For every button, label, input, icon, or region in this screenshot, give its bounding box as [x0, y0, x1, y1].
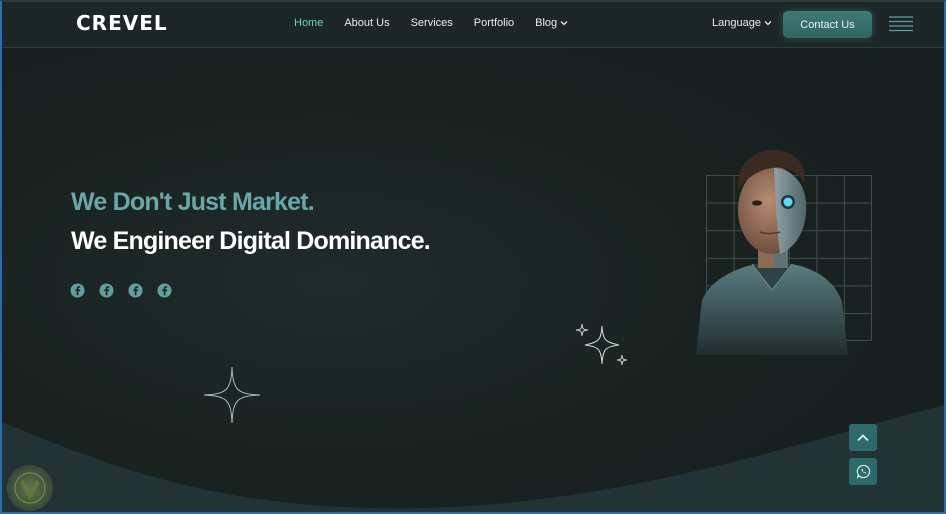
nav-portfolio[interactable]: Portfolio [474, 17, 514, 29]
social-links [70, 283, 172, 298]
facebook-icon[interactable] [157, 283, 172, 298]
nav-services-label: Services [410, 17, 453, 29]
nav-portfolio-label: Portfolio [473, 17, 515, 29]
chevron-down-icon [764, 21, 772, 26]
nav-home-label: Home [294, 17, 324, 29]
sparkles-icon [575, 323, 628, 366]
facebook-icon[interactable] [70, 283, 85, 298]
whatsapp-button[interactable] [849, 458, 877, 485]
language-label: Language [712, 17, 761, 29]
nav-home[interactable]: Home [294, 17, 323, 29]
scroll-to-top-button[interactable] [849, 424, 877, 451]
logo[interactable]: CREVEL [76, 11, 168, 35]
bottom-wave-background [2, 405, 944, 512]
page: CREVEL Home About Us Services Portfolio … [0, 0, 946, 514]
cyborg-portrait-image [696, 149, 848, 355]
nav-services[interactable]: Services [411, 17, 453, 29]
site-badge-logo[interactable] [7, 465, 53, 511]
whatsapp-icon [856, 464, 870, 479]
main-nav: Home About Us Services Portfolio Blog [294, 17, 589, 29]
hero-headline-2: We Engineer Digital Dominance. [71, 227, 431, 255]
nav-about[interactable]: About Us [344, 17, 389, 29]
nav-blog-label: Blog [535, 17, 558, 29]
facebook-icon[interactable] [128, 283, 143, 298]
hero-headline-1: We Don't Just Market. [71, 188, 315, 216]
nav-blog[interactable]: Blog [535, 17, 568, 29]
v-badge-icon [14, 472, 46, 504]
chevron-down-icon [560, 21, 568, 26]
site-header: CREVEL Home About Us Services Portfolio … [2, 2, 944, 48]
facebook-icon[interactable] [99, 283, 114, 298]
language-selector[interactable]: Language [712, 17, 772, 29]
nav-about-label: About Us [344, 17, 390, 29]
chevron-up-icon [857, 433, 869, 441]
hamburger-menu-icon[interactable] [889, 15, 913, 33]
contact-us-button[interactable]: Contact Us [783, 11, 872, 38]
